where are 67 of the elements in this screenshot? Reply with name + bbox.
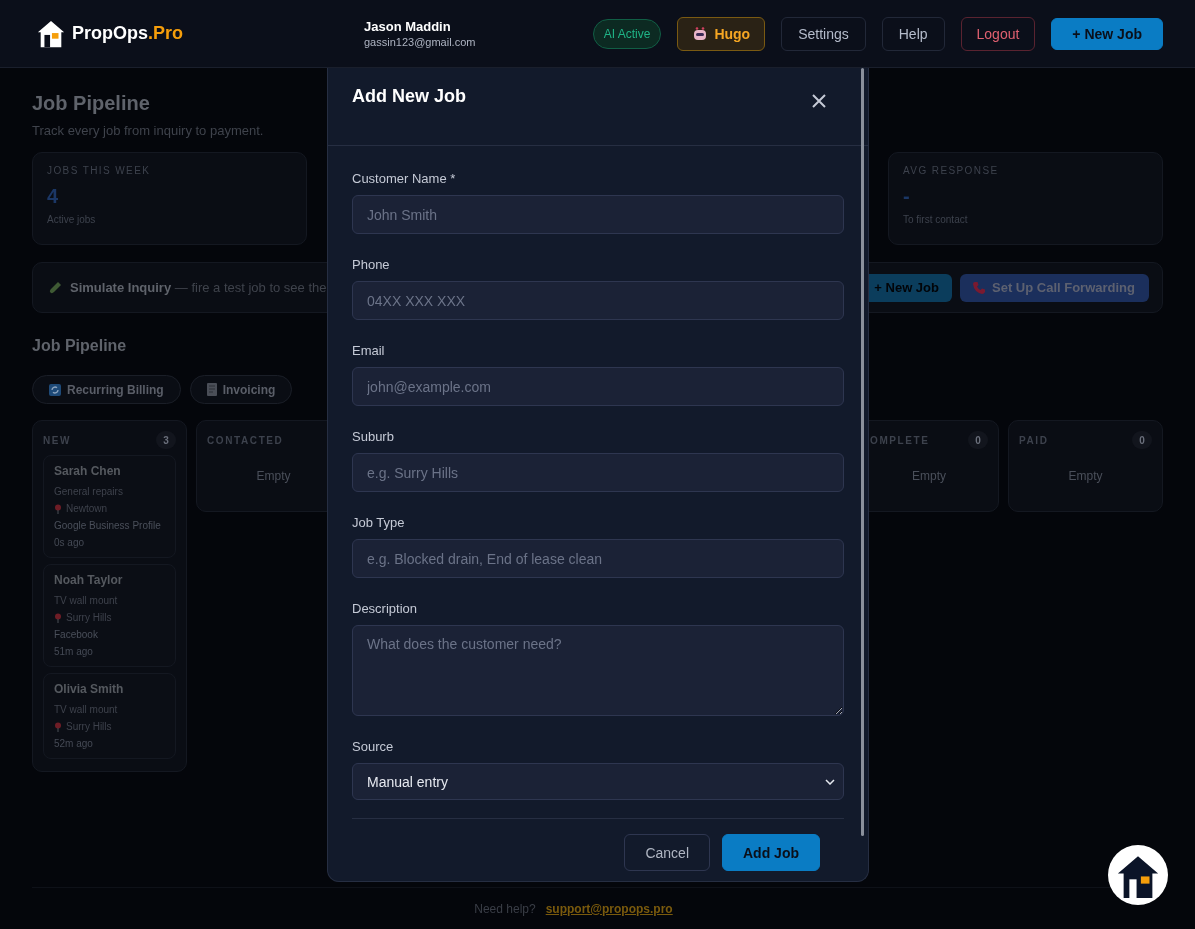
- field-label: Suburb: [352, 429, 395, 444]
- column-count: 0: [1132, 431, 1152, 449]
- ai-status-button[interactable]: AI Active: [592, 18, 662, 49]
- field-label: Customer Name *: [352, 171, 457, 186]
- input-field[interactable]: 04XX XXX XXX: [352, 281, 844, 320]
- brand-logo-text: PropOps.Pro: [72, 23, 184, 44]
- header-button[interactable]: Settings: [781, 16, 866, 51]
- field-label: Phone: [352, 257, 391, 272]
- phone-icon: [972, 280, 986, 295]
- field-label: Description: [352, 601, 419, 616]
- job-customer: Noah Taylor: [54, 573, 124, 587]
- house-logo-icon: [36, 18, 66, 49]
- header-button[interactable]: Logout: [960, 16, 1036, 51]
- dialog-title: Add New Job: [352, 86, 466, 107]
- refresh-icon: [49, 383, 61, 396]
- user-email: gassin123@gmail.com: [364, 36, 476, 48]
- field-label: Job Type: [352, 515, 406, 530]
- job-time: 51m ago: [54, 645, 94, 658]
- stat-label: JOBS THIS WEEK: [47, 165, 152, 176]
- header-button[interactable]: Help: [881, 16, 945, 51]
- pin-icon: [54, 721, 62, 732]
- help-text: Need help?: [474, 901, 536, 916]
- column-title: OMPLETE: [870, 434, 930, 446]
- stat-value: -: [903, 185, 911, 208]
- job-customer: Olivia Smith: [54, 682, 125, 696]
- job-time: 52m ago: [54, 737, 94, 750]
- job-time: 0s ago: [54, 536, 86, 549]
- add-job-button[interactable]: Add Job: [722, 834, 820, 871]
- column-count: 3: [156, 431, 176, 449]
- column-title: CONTACTED: [207, 434, 284, 446]
- header-button[interactable]: + New Job: [1051, 17, 1163, 50]
- pin-icon: [54, 612, 62, 623]
- job-customer: Sarah Chen: [54, 464, 122, 478]
- scrollbar[interactable]: [861, 68, 864, 836]
- header-button[interactable]: Hugo: [677, 16, 766, 51]
- input-field[interactable]: john@example.com: [352, 367, 844, 406]
- pin-icon: [54, 503, 62, 514]
- page-subtitle: Track every job from inquiry to payment.: [32, 123, 265, 138]
- user-name: Jason Maddin: [364, 19, 452, 34]
- empty-text: Empty: [255, 468, 292, 485]
- empty-text: Empty: [1067, 468, 1104, 485]
- job-source: Google Business Profile: [54, 519, 162, 532]
- input-field[interactable]: John Smith: [352, 195, 844, 234]
- filter-chip[interactable]: Invoicing: [189, 375, 293, 404]
- empty-text: Empty: [911, 468, 947, 485]
- column-title: NEW: [43, 434, 72, 446]
- column-count: 0: [968, 431, 988, 449]
- stat-value: 4: [47, 185, 60, 208]
- section-title: Job Pipeline: [32, 337, 127, 355]
- field-label: Email: [352, 343, 386, 358]
- job-source: Facebook: [54, 628, 99, 641]
- select-field[interactable]: Manual entry: [352, 763, 844, 800]
- filter-chip[interactable]: Recurring Billing: [32, 375, 181, 404]
- house-chat-button[interactable]: [1108, 845, 1168, 905]
- cancel-button[interactable]: Cancel: [624, 834, 710, 871]
- support-link[interactable]: support@propops.pro: [545, 901, 673, 916]
- chevron-down-icon: [825, 778, 835, 785]
- input-field[interactable]: e.g. Surry Hills: [352, 453, 844, 492]
- column-title: PAID: [1019, 434, 1049, 446]
- textarea-field[interactable]: What does the customer need?: [352, 625, 844, 716]
- robot-icon: [692, 25, 709, 42]
- stat-label: AVG RESPONSE: [903, 165, 1000, 176]
- input-field[interactable]: e.g. Blocked drain, End of lease clean: [352, 539, 844, 578]
- close-icon: [812, 94, 826, 108]
- page-title: Job Pipeline: [32, 92, 150, 115]
- field-label: Source: [352, 739, 395, 754]
- receipt-icon: [206, 383, 217, 396]
